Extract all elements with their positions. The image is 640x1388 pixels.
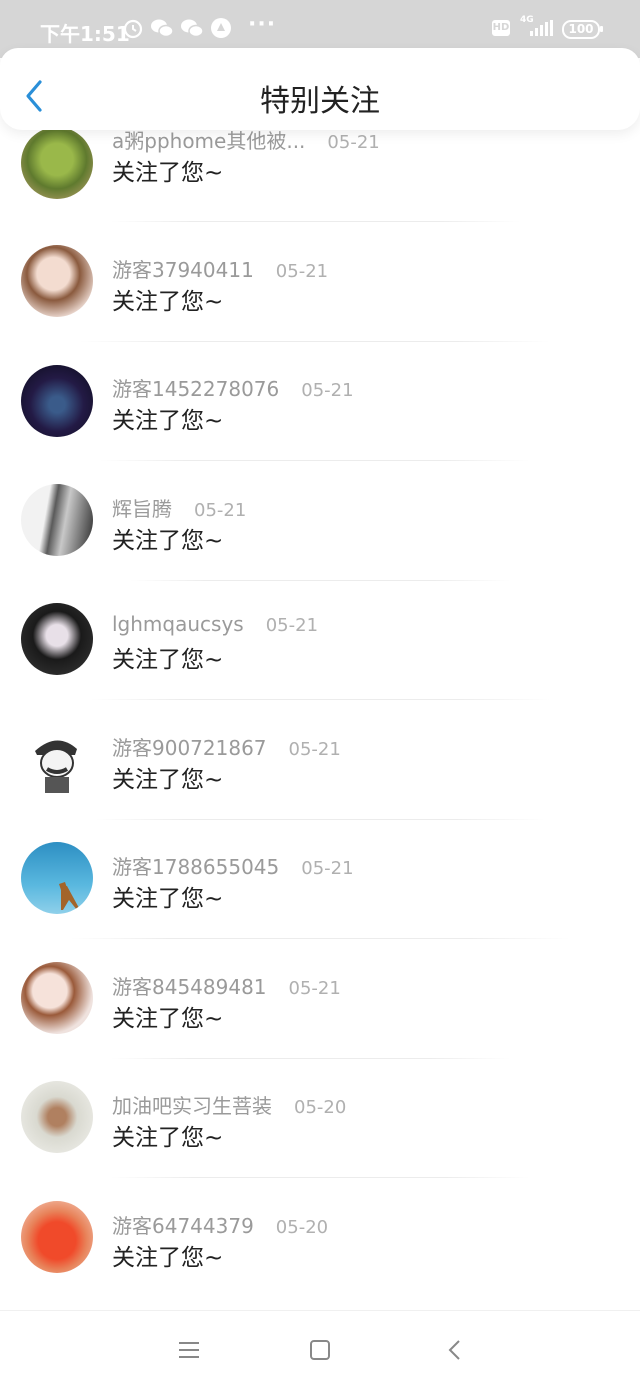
user-name[interactable]: a粥pphome其他被... (112, 130, 305, 153)
cartoon-avatar-icon (35, 740, 77, 793)
list-item[interactable]: 游客900721867 05-21 关注了您~ (0, 718, 640, 837)
avatar[interactable] (21, 245, 93, 317)
divider (110, 1058, 510, 1059)
message-text: 关注了您~ (112, 1006, 224, 1032)
user-name[interactable]: 游客900721867 (112, 736, 267, 760)
wechat-icon (181, 19, 204, 38)
divider (90, 699, 550, 700)
list-item[interactable]: 游客1788655045 05-21 关注了您~ (0, 837, 640, 956)
battery-icon (600, 26, 603, 32)
list-item[interactable]: 游客1452278076 05-21 关注了您~ (0, 359, 640, 478)
avatar[interactable] (21, 1081, 93, 1153)
date: 05-20 (275, 1217, 329, 1238)
menu-icon[interactable] (176, 1337, 202, 1363)
system-nav-bar (0, 1310, 640, 1388)
wechat-icon (151, 19, 174, 38)
page-title: 特别关注 (260, 84, 380, 119)
message-text: 关注了您~ (112, 647, 224, 673)
divider (100, 460, 530, 461)
avatar[interactable] (21, 962, 93, 1034)
user-name[interactable]: lghmqaucsys (112, 612, 244, 636)
date: 05-21 (301, 858, 354, 879)
list-item[interactable]: 游客37940411 05-21 关注了您~ (0, 240, 640, 359)
list-item[interactable]: lghmqaucsys 05-21 关注了您~ (0, 598, 640, 717)
message-text: 关注了您~ (112, 886, 224, 912)
list-item[interactable]: 游客845489481 05-21 关注了您~ (0, 957, 640, 1076)
avatar[interactable] (21, 130, 93, 199)
list-item[interactable]: a粥pphome其他被... 05-21 关注了您~ (0, 130, 640, 239)
list-item[interactable]: 加油吧实习生菩装 05-20 关注了您~ (0, 1076, 640, 1195)
message-text: 关注了您~ (112, 767, 224, 793)
avatar[interactable] (21, 1201, 93, 1273)
user-name[interactable]: 辉旨腾 (112, 497, 172, 521)
divider (80, 341, 550, 342)
divider (110, 1177, 530, 1178)
user-name[interactable]: 游客1788655045 (112, 855, 279, 879)
message-text: 关注了您~ (112, 160, 224, 186)
user-name[interactable]: 加油吧实习生菩装 (112, 1094, 272, 1118)
avatar[interactable] (21, 842, 93, 914)
date: 05-21 (288, 739, 341, 760)
avatar[interactable] (21, 603, 93, 675)
list-item[interactable]: 辉旨腾 05-21 关注了您~ (0, 479, 640, 598)
giraffe-icon (59, 882, 79, 910)
user-name[interactable]: 游客1452278076 (112, 377, 279, 401)
follow-notification-list[interactable]: a粥pphome其他被... 05-21 关注了您~ 游客37940411 05-2… (0, 130, 640, 1310)
avatar[interactable] (21, 484, 93, 556)
date: 05-21 (275, 261, 329, 282)
home-square-icon[interactable] (307, 1337, 333, 1363)
battery-level: 100 (562, 20, 600, 39)
top-app-bar: 特别关注 (0, 48, 640, 130)
date: 05-21 (301, 380, 354, 401)
divider (130, 580, 510, 581)
message-text: 关注了您~ (112, 408, 224, 434)
date: 05-21 (327, 132, 380, 153)
message-text: 关注了您~ (112, 1245, 224, 1271)
hd-badge: HD (492, 20, 510, 36)
more-notifications-icon: ··· (248, 12, 277, 37)
alarm-icon (123, 19, 143, 39)
user-name[interactable]: 游客845489481 (112, 975, 267, 999)
back-triangle-icon[interactable] (442, 1337, 468, 1363)
message-text: 关注了您~ (112, 1125, 224, 1151)
divider (70, 938, 570, 939)
date: 05-21 (265, 615, 319, 636)
date: 05-21 (288, 978, 341, 999)
divider (95, 819, 545, 820)
list-item[interactable]: 游客64744379 05-20 关注了您~ (0, 1196, 640, 1310)
avatar[interactable] (21, 723, 93, 795)
divider (110, 221, 520, 222)
app-icon (211, 18, 231, 38)
date: 05-20 (294, 1097, 347, 1118)
user-name[interactable]: 游客37940411 (112, 258, 254, 282)
message-text: 关注了您~ (112, 289, 224, 315)
status-time: 下午1:51 (40, 22, 130, 46)
avatar[interactable] (21, 365, 93, 437)
user-name[interactable]: 游客64744379 (112, 1214, 254, 1238)
message-text: 关注了您~ (112, 528, 224, 554)
date: 05-21 (194, 500, 247, 521)
signal-icon (530, 20, 553, 36)
